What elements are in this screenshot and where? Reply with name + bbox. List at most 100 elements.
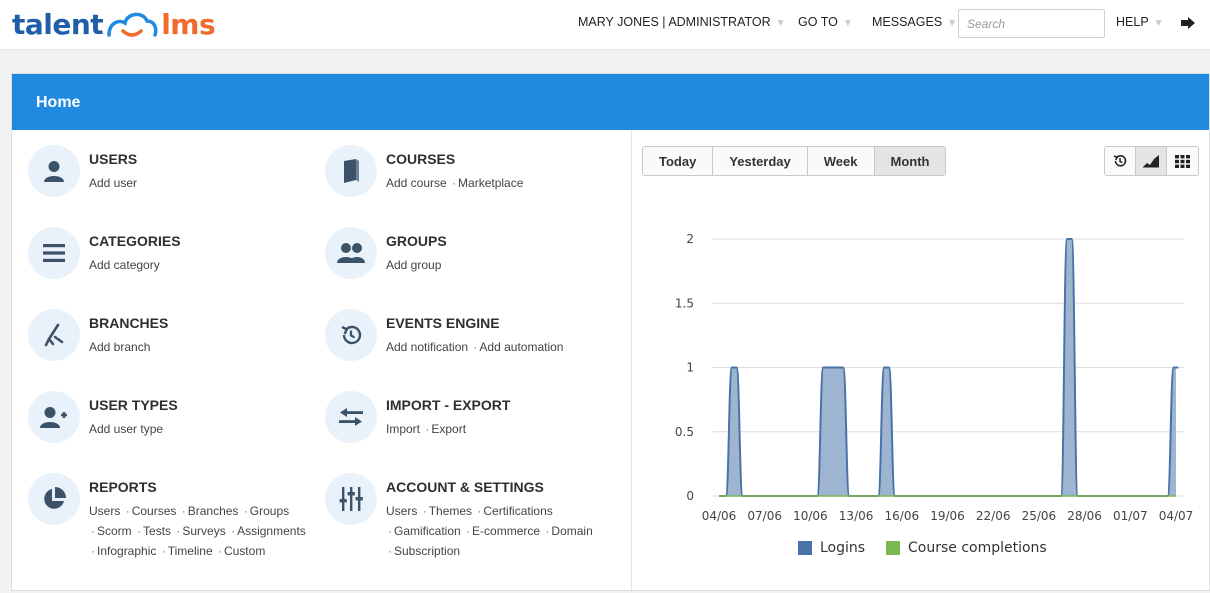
legend-item-logins[interactable]: Logins (798, 540, 865, 556)
talentlms-logo[interactable]: talent lms (12, 6, 216, 42)
grid-view-icon[interactable] (1167, 147, 1198, 175)
x-tick-label: 07/06 (747, 509, 782, 523)
item-links-import-export: Import · Export (386, 419, 510, 439)
chevron-down-icon: ▼ (947, 18, 958, 29)
item-title-import-export[interactable]: IMPORT - EXPORT (386, 397, 510, 413)
help-menu[interactable]: HELP ▼ (1116, 15, 1164, 29)
sign-out-icon[interactable] (1180, 16, 1196, 30)
goto-menu[interactable]: GO TO ▼ (798, 15, 853, 29)
y-tick-label: 1 (686, 361, 694, 375)
book-icon[interactable] (325, 145, 377, 197)
link-user-types-add-user-type[interactable]: Add user type (89, 422, 163, 436)
group-icon[interactable] (325, 227, 377, 279)
link-account-and-settings-certifications[interactable]: Certifications (483, 504, 552, 518)
separator-dot: · (243, 504, 248, 518)
pie-chart-icon[interactable] (28, 473, 80, 525)
link-reports-groups[interactable]: Groups (250, 504, 289, 518)
x-tick-label: 28/06 (1067, 509, 1102, 523)
y-tick-label: 0 (686, 489, 694, 503)
item-links-reports: Users · Courses · Branches · Groups · Scorm … (89, 501, 309, 561)
link-reports-users[interactable]: Users (89, 504, 120, 518)
link-users-add-user[interactable]: Add user (89, 176, 137, 190)
swap-icon[interactable] (325, 391, 377, 443)
search-input[interactable] (958, 9, 1105, 38)
page-title: Home (12, 74, 1209, 130)
item-links-events-engine: Add notification · Add automation (386, 337, 563, 357)
x-tick-label: 19/06 (930, 509, 965, 523)
link-reports-scorm[interactable]: Scorm (97, 524, 132, 538)
link-account-and-settings-themes[interactable]: Themes (429, 504, 472, 518)
link-events-engine-add-notification[interactable]: Add notification (386, 340, 468, 354)
separator-dot: · (388, 524, 392, 538)
item-text-import-export: IMPORT - EXPORT Import · Export (386, 391, 510, 439)
link-account-and-settings-domain[interactable]: Domain (551, 524, 592, 538)
item-title-users[interactable]: USERS (89, 151, 137, 167)
legend-item-course-completions[interactable]: Course completions (886, 540, 1047, 556)
item-events-engine: EVENTS ENGINE Add notification · Add autom… (325, 309, 563, 361)
user-icon[interactable] (28, 145, 80, 197)
item-title-reports[interactable]: REPORTS (89, 479, 309, 495)
link-reports-infographic[interactable]: Infographic (97, 544, 156, 558)
item-links-courses: Add course · Marketplace (386, 173, 523, 193)
link-reports-branches[interactable]: Branches (188, 504, 239, 518)
history-icon[interactable] (325, 309, 377, 361)
user-menu[interactable]: MARY JONES | ADMINISTRATOR ▼ (578, 15, 786, 29)
link-events-engine-add-automation[interactable]: Add automation (479, 340, 563, 354)
link-reports-tests[interactable]: Tests (143, 524, 171, 538)
item-text-account-and-settings: ACCOUNT & SETTINGS Users · Themes · Certifi… (386, 473, 606, 561)
branch-icon[interactable] (28, 309, 80, 361)
logo-word-lms: lms (161, 7, 216, 41)
link-reports-timeline[interactable]: Timeline (168, 544, 213, 558)
item-title-branches[interactable]: BRANCHES (89, 315, 168, 331)
link-import-export-import[interactable]: Import (386, 422, 420, 436)
tab-month[interactable]: Month (874, 147, 946, 175)
area-chart-view-icon[interactable] (1136, 147, 1167, 175)
separator-dot: · (217, 544, 222, 558)
y-tick-label: 0.5 (675, 425, 694, 439)
link-account-and-settings-gamification[interactable]: Gamification (394, 524, 461, 538)
chevron-down-icon: ▼ (775, 18, 786, 29)
link-account-and-settings-subscription[interactable]: Subscription (394, 544, 460, 558)
item-text-reports: REPORTS Users · Courses · Branches · Groups … (89, 473, 309, 561)
tab-yesterday[interactable]: Yesterday (713, 147, 808, 175)
link-reports-custom[interactable]: Custom (224, 544, 265, 558)
item-groups: GROUPS Add group (325, 227, 447, 279)
messages-menu[interactable]: MESSAGES ▼ (872, 15, 957, 29)
sliders-icon[interactable] (325, 473, 377, 525)
view-toggle (1104, 146, 1199, 176)
history-view-icon[interactable] (1105, 147, 1136, 175)
item-courses: COURSES Add course · Marketplace (325, 145, 523, 197)
link-groups-add-group[interactable]: Add group (386, 258, 441, 272)
item-links-users: Add user (89, 173, 137, 193)
item-title-events-engine[interactable]: EVENTS ENGINE (386, 315, 563, 331)
legend-label-course-completions: Course completions (908, 540, 1047, 556)
link-reports-assignments[interactable]: Assignments (237, 524, 306, 538)
item-text-users: USERS Add user (89, 145, 137, 193)
link-courses-marketplace[interactable]: Marketplace (458, 176, 523, 190)
link-reports-courses[interactable]: Courses (132, 504, 177, 518)
link-branches-add-branch[interactable]: Add branch (89, 340, 150, 354)
item-title-categories[interactable]: CATEGORIES (89, 233, 181, 249)
item-links-categories: Add category (89, 255, 181, 275)
messages-menu-label: MESSAGES (872, 15, 943, 29)
period-tabs: Today Yesterday Week Month (642, 146, 947, 176)
tab-today[interactable]: Today (643, 147, 714, 175)
x-tick-label: 16/06 (885, 509, 920, 523)
item-title-account-and-settings[interactable]: ACCOUNT & SETTINGS (386, 479, 606, 495)
item-title-courses[interactable]: COURSES (386, 151, 523, 167)
y-tick-label: 1.5 (675, 296, 694, 310)
x-tick-label: 10/06 (793, 509, 828, 523)
link-courses-add-course[interactable]: Add course (386, 176, 447, 190)
separator-dot: · (181, 504, 186, 518)
link-categories-add-category[interactable]: Add category (89, 258, 160, 272)
item-title-groups[interactable]: GROUPS (386, 233, 447, 249)
link-account-and-settings-e-commerce[interactable]: E-commerce (472, 524, 540, 538)
tab-week[interactable]: Week (807, 147, 875, 175)
item-title-user-types[interactable]: USER TYPES (89, 397, 178, 413)
link-account-and-settings-users[interactable]: Users (386, 504, 417, 518)
list-icon[interactable] (28, 227, 80, 279)
user-plus-icon[interactable] (28, 391, 80, 443)
link-import-export-export[interactable]: Export (431, 422, 466, 436)
top-bar: talent lms MARY JONES | ADMINISTRATOR ▼ G… (0, 0, 1210, 50)
link-reports-surveys[interactable]: Surveys (182, 524, 225, 538)
